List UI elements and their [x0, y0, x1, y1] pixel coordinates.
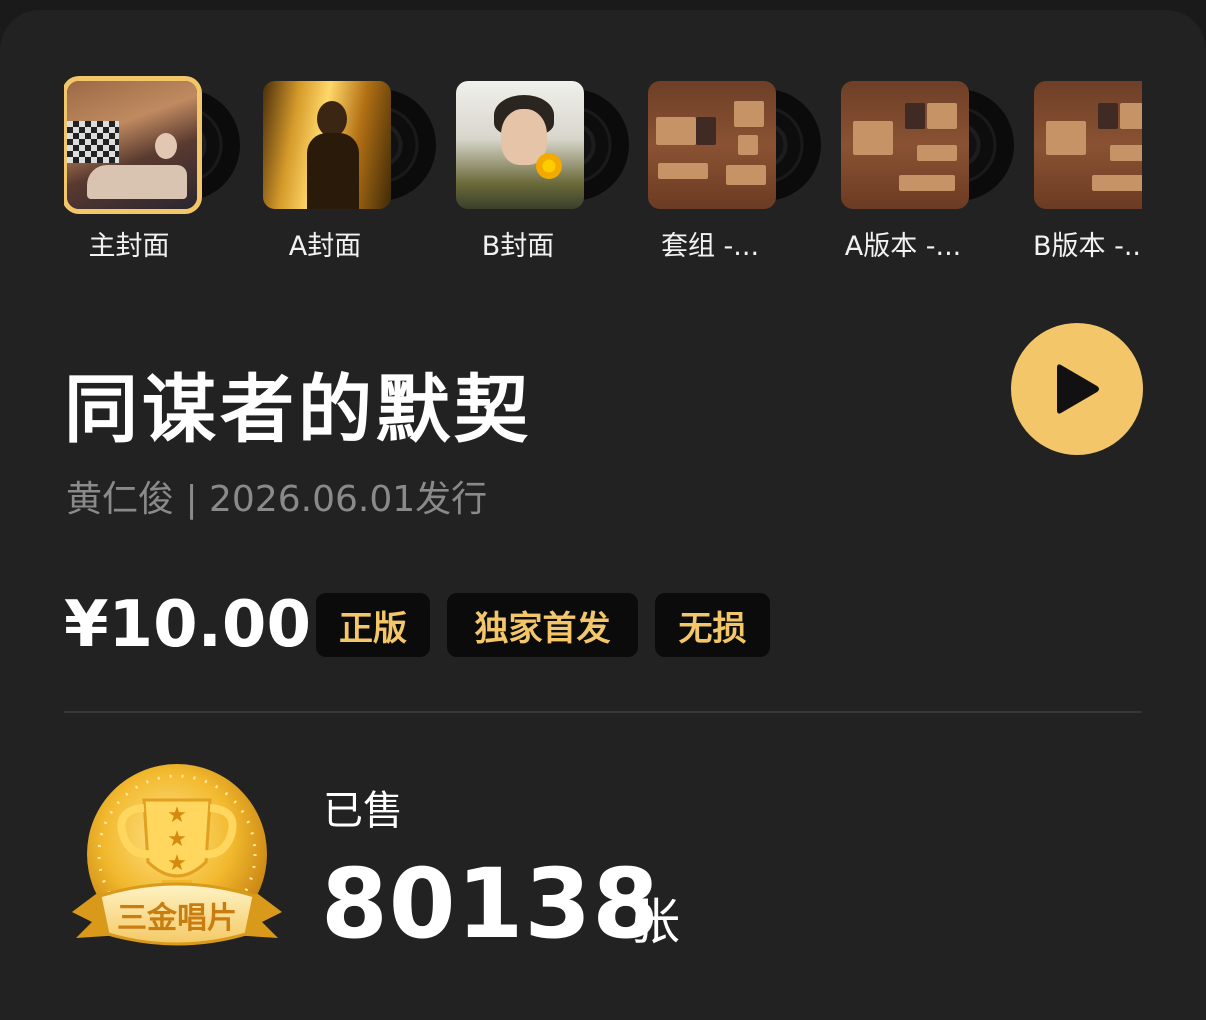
- mini-photo: [905, 103, 925, 129]
- mini-photo: [917, 145, 957, 161]
- mini-photo: [1120, 103, 1142, 129]
- mini-photo: [726, 165, 766, 185]
- cover-image-main[interactable]: [67, 81, 197, 209]
- mini-photo: [656, 117, 696, 145]
- gold-record-medal: ★ ★ ★ 三金唱片: [66, 762, 288, 972]
- mini-photo: [1098, 103, 1118, 129]
- svg-text:★: ★: [167, 803, 187, 828]
- medal-text: 三金唱片: [117, 901, 237, 936]
- badge-exclusive: 独家首发: [447, 593, 638, 657]
- play-button[interactable]: [1011, 323, 1143, 455]
- cover-b[interactable]: B封面: [453, 74, 629, 284]
- album-title: 同谋者的默契: [64, 367, 532, 453]
- cover-a[interactable]: A封面: [260, 74, 436, 284]
- mini-photo: [696, 117, 716, 145]
- album-meta[interactable]: 黄仁俊 | 2026.06.01发行: [66, 470, 487, 522]
- cover-set[interactable]: 套组 -...: [645, 74, 821, 284]
- cover-label: B封面: [481, 231, 555, 262]
- play-icon: [1057, 364, 1099, 414]
- figure-head: [317, 101, 347, 137]
- cover-image-a[interactable]: [263, 81, 391, 209]
- cover-label: A版本 -...: [844, 231, 962, 262]
- cover-version-b[interactable]: B版本 -..: [1031, 74, 1142, 284]
- badge-genuine: 正版: [316, 593, 430, 657]
- cover-image-b[interactable]: [456, 81, 584, 209]
- cover-image-version-b[interactable]: [1034, 81, 1142, 209]
- mini-photo: [1110, 145, 1142, 161]
- mini-photo: [658, 163, 708, 179]
- mini-photo: [1092, 175, 1142, 191]
- trophy-medal-icon: ★ ★ ★ 三金唱片: [72, 764, 282, 946]
- badge-lossless: 无损: [655, 593, 770, 657]
- mini-photo: [927, 103, 957, 129]
- checker-pattern: [67, 121, 119, 163]
- cover-label: 主封面: [88, 231, 170, 262]
- album-panel: 主封面 A封面 B封面 套组 -... A版本 -... B版本 -.. 同谋者…: [0, 10, 1206, 1020]
- mini-photo: [734, 101, 764, 127]
- sold-label: 已售: [323, 788, 403, 834]
- cover-label: B版本 -..: [1032, 231, 1141, 262]
- cover-strip[interactable]: 主封面 A封面 B封面 套组 -... A版本 -... B版本 -..: [64, 74, 1142, 284]
- figure-shape: [87, 165, 187, 199]
- cover-main[interactable]: 主封面: [64, 74, 240, 284]
- svg-text:★: ★: [167, 851, 187, 876]
- cover-image-version-a[interactable]: [841, 81, 969, 209]
- cover-label: A封面: [288, 231, 362, 262]
- divider: [64, 711, 1142, 713]
- mini-photo: [1046, 121, 1086, 155]
- cover-version-a[interactable]: A版本 -...: [838, 74, 1014, 284]
- cover-label: 套组 -...: [660, 231, 760, 262]
- mini-photo: [738, 135, 758, 155]
- mini-photo: [853, 121, 893, 155]
- cover-image-set[interactable]: [648, 81, 776, 209]
- svg-text:★: ★: [167, 827, 187, 852]
- mini-photo: [899, 175, 955, 191]
- flower-icon: [536, 153, 562, 179]
- price: ¥10.00: [64, 588, 311, 662]
- sold-unit: 张: [630, 893, 680, 951]
- sold-count: 80138: [321, 848, 660, 960]
- figure-body: [307, 133, 359, 209]
- face-shape: [155, 133, 177, 159]
